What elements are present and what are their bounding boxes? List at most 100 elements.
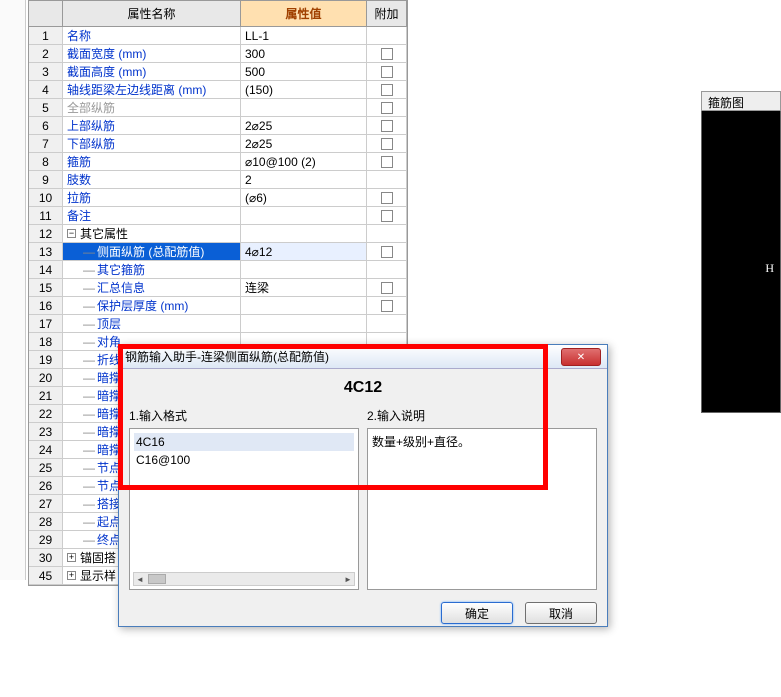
tree-line-icon: — bbox=[83, 317, 95, 331]
property-value[interactable] bbox=[241, 207, 367, 224]
property-value[interactable]: 300 bbox=[241, 45, 367, 62]
close-icon: ✕ bbox=[577, 352, 585, 363]
property-name[interactable]: 截面宽度 (mm) bbox=[63, 45, 241, 62]
row-index: 3 bbox=[29, 63, 63, 80]
property-row[interactable]: 13—侧面纵筋 (总配筋值)4⌀12 bbox=[29, 243, 407, 261]
dialog-titlebar[interactable]: 钢筋输入助手-连梁侧面纵筋(总配筋值) ✕ bbox=[119, 345, 607, 369]
checkbox[interactable] bbox=[381, 138, 393, 150]
scrollbar-thumb[interactable] bbox=[148, 574, 166, 584]
row-index: 17 bbox=[29, 315, 63, 332]
property-value[interactable]: 4⌀12 bbox=[241, 243, 367, 260]
close-button[interactable]: ✕ bbox=[561, 348, 601, 366]
checkbox[interactable] bbox=[381, 156, 393, 168]
property-value[interactable]: (150) bbox=[241, 81, 367, 98]
row-index: 9 bbox=[29, 171, 63, 188]
checkbox[interactable] bbox=[381, 282, 393, 294]
property-extra bbox=[367, 117, 407, 134]
tree-line-icon: — bbox=[83, 461, 95, 475]
property-value[interactable] bbox=[241, 261, 367, 278]
property-row[interactable]: 10拉筋(⌀6) bbox=[29, 189, 407, 207]
row-index: 20 bbox=[29, 369, 63, 386]
property-row[interactable]: 14—其它箍筋 bbox=[29, 261, 407, 279]
property-value[interactable] bbox=[241, 99, 367, 116]
property-value[interactable]: 2 bbox=[241, 171, 367, 188]
property-name[interactable]: 截面高度 (mm) bbox=[63, 63, 241, 80]
property-row[interactable]: 17—顶层 bbox=[29, 315, 407, 333]
property-value[interactable] bbox=[241, 297, 367, 314]
checkbox[interactable] bbox=[381, 102, 393, 114]
scroll-left-icon[interactable]: ◄ bbox=[134, 573, 146, 585]
property-row[interactable]: 7下部纵筋2⌀25 bbox=[29, 135, 407, 153]
checkbox[interactable] bbox=[381, 66, 393, 78]
checkbox[interactable] bbox=[381, 84, 393, 96]
property-row[interactable]: 11备注 bbox=[29, 207, 407, 225]
checkbox[interactable] bbox=[381, 48, 393, 60]
format-option[interactable]: 4C16 bbox=[134, 433, 354, 451]
property-value[interactable]: ⌀10@100 (2) bbox=[241, 153, 367, 170]
cancel-button[interactable]: 取消 bbox=[525, 602, 597, 624]
tree-line-icon: — bbox=[83, 389, 95, 403]
property-name[interactable]: 箍筋 bbox=[63, 153, 241, 170]
tree-toggle-icon[interactable]: − bbox=[67, 229, 76, 238]
property-name[interactable]: −其它属性 bbox=[63, 225, 241, 242]
left-gutter bbox=[0, 0, 26, 580]
property-row[interactable]: 2截面宽度 (mm)300 bbox=[29, 45, 407, 63]
checkbox[interactable] bbox=[381, 210, 393, 222]
scrollbar-horizontal[interactable]: ◄ ► bbox=[133, 572, 355, 586]
property-row[interactable]: 8箍筋⌀10@100 (2) bbox=[29, 153, 407, 171]
checkbox[interactable] bbox=[381, 246, 393, 258]
property-row[interactable]: 12−其它属性 bbox=[29, 225, 407, 243]
row-index: 18 bbox=[29, 333, 63, 350]
property-name[interactable]: 肢数 bbox=[63, 171, 241, 188]
checkbox[interactable] bbox=[381, 192, 393, 204]
tree-line-icon: — bbox=[83, 443, 95, 457]
tree-line-icon: — bbox=[83, 353, 95, 367]
dialog-body: 4C12 1.输入格式 4C16 C16@100 ◄ ► 2.输入说明 数量+级… bbox=[119, 369, 607, 594]
property-name[interactable]: —侧面纵筋 (总配筋值) bbox=[63, 243, 241, 260]
ok-button[interactable]: 确定 bbox=[441, 602, 513, 624]
tree-toggle-icon[interactable]: + bbox=[67, 571, 76, 580]
property-name[interactable]: 轴线距梁左边线距离 (mm) bbox=[63, 81, 241, 98]
property-value[interactable]: 2⌀25 bbox=[241, 117, 367, 134]
property-name[interactable]: 拉筋 bbox=[63, 189, 241, 206]
property-row[interactable]: 6上部纵筋2⌀25 bbox=[29, 117, 407, 135]
property-value[interactable] bbox=[241, 225, 367, 242]
tree-toggle-icon[interactable]: + bbox=[67, 553, 76, 562]
row-index: 21 bbox=[29, 387, 63, 404]
property-value[interactable]: LL-1 bbox=[241, 27, 367, 44]
property-value[interactable] bbox=[241, 315, 367, 332]
property-value[interactable]: 连梁 bbox=[241, 279, 367, 296]
property-row[interactable]: 15—汇总信息连梁 bbox=[29, 279, 407, 297]
property-name[interactable]: 下部纵筋 bbox=[63, 135, 241, 152]
property-name[interactable]: 上部纵筋 bbox=[63, 117, 241, 134]
property-extra bbox=[367, 63, 407, 80]
input-format-list[interactable]: 4C16 C16@100 ◄ ► bbox=[129, 428, 359, 590]
row-index: 28 bbox=[29, 513, 63, 530]
scroll-right-icon[interactable]: ► bbox=[342, 573, 354, 585]
property-name-text: 保护层厚度 (mm) bbox=[97, 297, 188, 314]
property-name[interactable]: 全部纵筋 bbox=[63, 99, 241, 116]
property-value[interactable]: 500 bbox=[241, 63, 367, 80]
property-name[interactable]: —汇总信息 bbox=[63, 279, 241, 296]
property-row[interactable]: 4轴线距梁左边线距离 (mm)(150) bbox=[29, 81, 407, 99]
tree-line-icon: — bbox=[83, 281, 95, 295]
property-row[interactable]: 9肢数2 bbox=[29, 171, 407, 189]
property-name[interactable]: 备注 bbox=[63, 207, 241, 224]
checkbox[interactable] bbox=[381, 120, 393, 132]
property-value[interactable]: 2⌀25 bbox=[241, 135, 367, 152]
property-row[interactable]: 5全部纵筋 bbox=[29, 99, 407, 117]
property-name[interactable]: 名称 bbox=[63, 27, 241, 44]
checkbox[interactable] bbox=[381, 300, 393, 312]
property-name[interactable]: —其它箍筋 bbox=[63, 261, 241, 278]
header-extra: 附加 bbox=[367, 1, 407, 26]
property-name[interactable]: —保护层厚度 (mm) bbox=[63, 297, 241, 314]
property-row[interactable]: 1名称LL-1 bbox=[29, 27, 407, 45]
header-idx bbox=[29, 1, 63, 26]
property-name[interactable]: —顶层 bbox=[63, 315, 241, 332]
property-extra bbox=[367, 189, 407, 206]
row-index: 14 bbox=[29, 261, 63, 278]
property-row[interactable]: 3截面高度 (mm)500 bbox=[29, 63, 407, 81]
property-value[interactable]: (⌀6) bbox=[241, 189, 367, 206]
property-row[interactable]: 16—保护层厚度 (mm) bbox=[29, 297, 407, 315]
format-option[interactable]: C16@100 bbox=[134, 451, 354, 469]
